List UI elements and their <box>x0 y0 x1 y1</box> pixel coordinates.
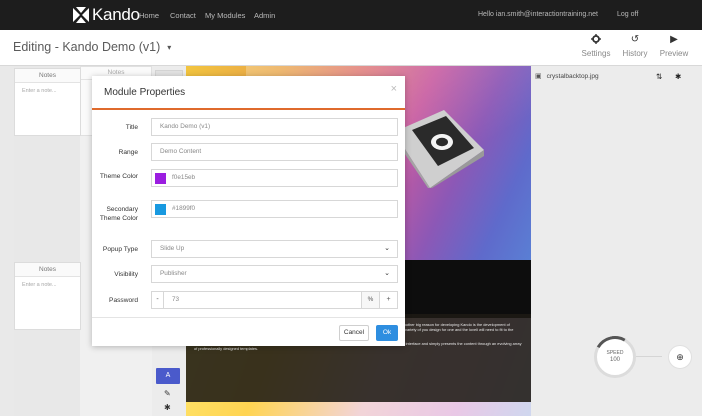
nav-link-my-modules[interactable]: My Modules <box>205 11 245 20</box>
theme-color-value: f0e15eb <box>172 174 196 181</box>
image-icon: ▣ <box>535 73 542 80</box>
popup-type-value: Slide Up <box>160 245 185 252</box>
app-root: Kando Home Contact My Modules Admin Hell… <box>0 0 702 416</box>
password-increment-button[interactable]: + <box>380 291 398 309</box>
play-icon: ▶ <box>670 34 678 45</box>
popup-type-label: Popup Type <box>102 246 138 253</box>
brand-name: Kando <box>92 5 140 24</box>
theme-color-swatch[interactable] <box>155 173 166 184</box>
text-format-button[interactable]: A <box>156 368 180 384</box>
nav-link-home[interactable]: Home <box>139 11 159 20</box>
speed-dial[interactable]: SPEED 100 <box>589 331 641 383</box>
cancel-button[interactable]: Cancel <box>339 325 369 341</box>
module-title: Editing - Kando Demo (v1) <box>13 40 161 54</box>
secondary-theme-color-swatch[interactable] <box>155 204 166 215</box>
module-properties-modal: Module Properties × Title Kando Demo (v1… <box>92 76 405 346</box>
range-input[interactable]: Demo Content <box>151 143 398 161</box>
password-unit: % <box>362 291 380 309</box>
editing-toolbar: Editing - Kando Demo (v1) ▾ Settings ↺ H… <box>0 30 702 66</box>
preview-button[interactable]: ▶ Preview <box>651 34 697 58</box>
modal-header: Module Properties × <box>92 76 405 110</box>
visibility-value: Publisher <box>160 270 187 277</box>
reorder-icon[interactable]: ⇅ <box>656 72 662 81</box>
chevron-down-icon: ⌄ <box>384 270 390 277</box>
layer-file-name: crystalbacktop.jpg <box>546 72 599 80</box>
kando-logo-mark-icon <box>72 6 90 24</box>
theme-color-input[interactable]: f0e15eb <box>151 169 398 187</box>
layer-item[interactable]: ▣ crystalbacktop.jpg ⇅ ✱ <box>535 69 695 83</box>
close-icon[interactable]: × <box>391 83 397 95</box>
notes-panel-top: Notes Enter a note... <box>14 68 81 136</box>
preview-label: Preview <box>659 49 689 58</box>
nav-link-contact[interactable]: Contact <box>170 11 196 20</box>
nav-link-admin[interactable]: Admin <box>254 11 275 20</box>
zoom-in-icon: ⊕ <box>676 352 684 362</box>
title-input[interactable]: Kando Demo (v1) <box>151 118 398 136</box>
logout-link[interactable]: Log off <box>617 11 638 18</box>
title-label: Title <box>125 124 138 131</box>
password-decrement-button[interactable]: - <box>151 291 164 309</box>
notes-panel-bottom: Notes Enter a note... <box>14 262 81 330</box>
caret-down-icon: ▾ <box>167 42 172 52</box>
zoom-in-button[interactable]: ⊕ <box>668 345 692 369</box>
range-label: Range <box>118 149 138 156</box>
visibility-select[interactable]: Publisher ⌄ <box>151 265 398 283</box>
top-navbar: Kando Home Contact My Modules Admin Hell… <box>0 0 702 30</box>
speed-track <box>636 356 662 357</box>
pencil-icon[interactable]: ✎ <box>164 389 171 398</box>
module-title-dropdown[interactable]: Editing - Kando Demo (v1) ▾ <box>13 40 171 54</box>
secondary-theme-color-label: Secondary Theme Color <box>99 206 138 222</box>
left-gutter <box>0 66 14 416</box>
notes-input[interactable]: Enter a note... <box>15 277 80 288</box>
kando-logo[interactable]: Kando <box>72 5 140 24</box>
visibility-label: Visibility <box>114 271 138 278</box>
notes-input[interactable]: Enter a note... <box>15 83 80 94</box>
ok-button[interactable]: Ok <box>376 325 398 341</box>
chevron-down-icon: ⌄ <box>384 245 390 252</box>
popup-type-select[interactable]: Slide Up ⌄ <box>151 240 398 258</box>
notes-panel-title: Notes <box>15 69 80 83</box>
layer-settings-icon[interactable]: ✱ <box>675 72 681 81</box>
theme-color-label: Theme Color <box>99 173 138 180</box>
gear-small-icon[interactable]: ✱ <box>164 403 171 412</box>
secondary-theme-color-value: #1899f0 <box>172 205 196 212</box>
modal-title: Module Properties <box>104 87 186 98</box>
notes-panel-title: Notes <box>15 263 80 277</box>
user-greeting[interactable]: Hello ian.smith@interactiontraining.net <box>478 11 598 18</box>
password-label: Password <box>109 297 138 304</box>
secondary-theme-color-input[interactable]: #1899f0 <box>151 200 398 218</box>
password-input[interactable]: 73 <box>164 291 362 309</box>
